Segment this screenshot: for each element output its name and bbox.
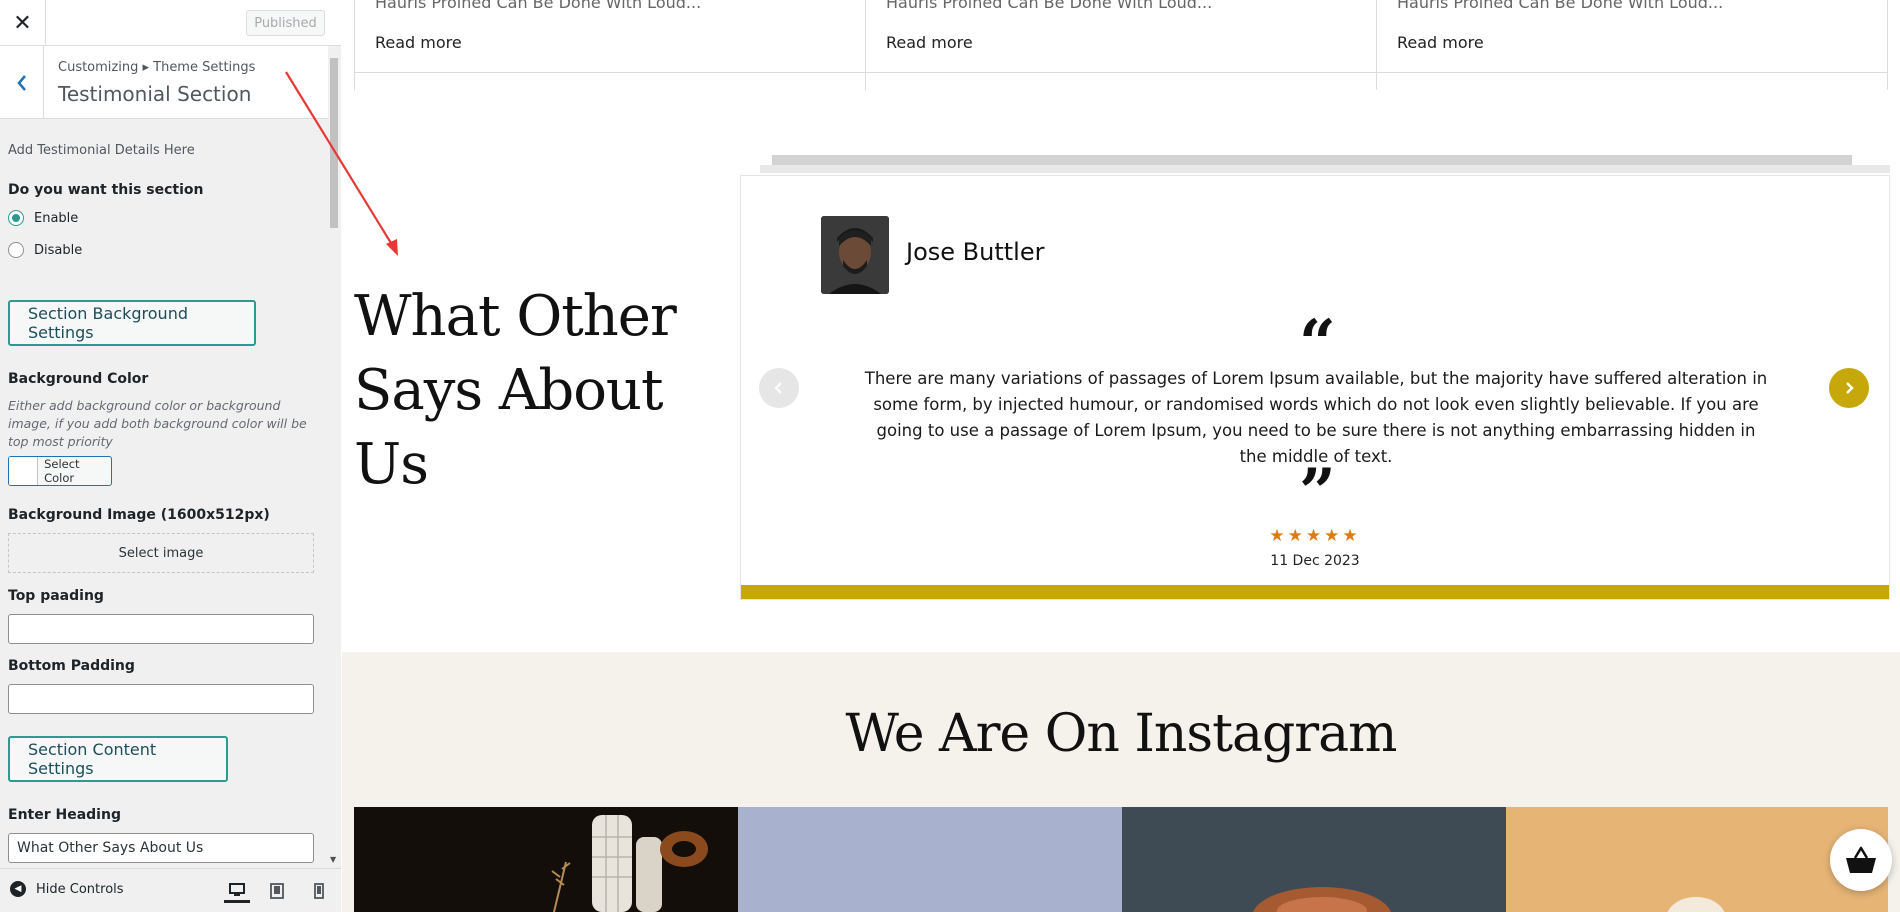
instagram-section: We Are On Instagram: [342, 652, 1900, 912]
shopping-basket-icon: [1846, 846, 1876, 873]
tablet-preview-button[interactable]: [264, 879, 290, 903]
card-stack-decoration: [772, 155, 1852, 165]
section-toggle-label: Do you want this section: [8, 182, 204, 198]
published-button[interactable]: Published: [246, 10, 325, 36]
post-card: Hauris Proined Can Be Done With Loud... …: [865, 0, 1376, 90]
close-button[interactable]: ✕: [0, 0, 46, 46]
testimonial-author-name: Jose Buttler: [906, 238, 1045, 266]
desktop-preview-button[interactable]: [224, 879, 250, 903]
testimonial-date: 11 Dec 2023: [1270, 553, 1360, 569]
read-more-link[interactable]: Read more: [886, 33, 973, 52]
testimonial-heading: What Other Says About Us: [354, 284, 677, 497]
collapse-icon: ◀: [10, 881, 26, 897]
scroll-down-arrow-icon[interactable]: ▼: [330, 855, 336, 864]
customizer-footer: ◀ Hide Controls: [0, 868, 341, 912]
enter-heading-label: Enter Heading: [8, 807, 121, 823]
chevron-left-icon: [774, 382, 782, 394]
hide-controls-button[interactable]: ◀ Hide Controls: [10, 881, 124, 897]
radio-disable-label: Disable: [34, 242, 83, 258]
radio-enable[interactable]: Enable: [8, 210, 78, 226]
instagram-image[interactable]: [738, 807, 1122, 912]
testimonial-card: Jose Buttler “ There are many variations…: [740, 175, 1890, 600]
instagram-image[interactable]: [354, 807, 738, 912]
background-color-label: Background Color: [8, 371, 149, 387]
post-card: Hauris Proined Can Be Done With Loud... …: [354, 0, 865, 90]
rating-stars: ★★★★★: [1269, 526, 1361, 546]
instagram-heading: We Are On Instagram: [845, 704, 1398, 764]
select-color-button[interactable]: Select Color: [8, 456, 112, 486]
background-color-description: Either add background color or backgroun…: [8, 398, 307, 449]
bottom-padding-label: Bottom Padding: [8, 658, 135, 674]
customizer-topbar: ✕ Published: [0, 0, 341, 46]
radio-disable[interactable]: Disable: [8, 242, 82, 258]
desktop-icon: [229, 882, 245, 896]
mobile-icon: [314, 883, 324, 899]
read-more-link[interactable]: Read more: [375, 33, 462, 52]
avatar-image: [821, 216, 889, 294]
carousel-prev-button[interactable]: [759, 368, 799, 408]
post-excerpt: Hauris Proined Can Be Done With Loud...: [375, 0, 702, 12]
chevron-left-icon: [16, 74, 26, 91]
post-card: Hauris Proined Can Be Done With Loud... …: [1376, 0, 1888, 90]
instagram-image[interactable]: [1122, 807, 1506, 912]
card-accent-bar: [741, 585, 1889, 599]
back-button[interactable]: [0, 46, 44, 119]
section-title: Testimonial Section: [58, 82, 252, 106]
section-background-settings-button[interactable]: Section Background Settings: [8, 300, 256, 346]
breadcrumb: Customizing ▸ Theme Settings: [58, 60, 256, 75]
divider: [354, 72, 1888, 73]
radio-enable-input[interactable]: [8, 210, 24, 226]
radio-disable-input[interactable]: [8, 242, 24, 258]
close-icon: ✕: [13, 10, 32, 36]
site-preview: Hauris Proined Can Be Done With Loud... …: [342, 0, 1900, 912]
select-image-button[interactable]: Select image: [8, 533, 314, 573]
heading-input[interactable]: What Other Says About Us: [8, 833, 314, 863]
post-excerpt: Hauris Proined Can Be Done With Loud...: [1397, 0, 1724, 12]
top-padding-input[interactable]: [8, 614, 314, 644]
read-more-link[interactable]: Read more: [1397, 33, 1484, 52]
hide-controls-label: Hide Controls: [36, 881, 124, 897]
cart-button[interactable]: [1830, 829, 1892, 891]
radio-enable-label: Enable: [34, 210, 79, 226]
annotation-arrow-icon: [285, 71, 398, 256]
post-excerpt: Hauris Proined Can Be Done With Loud...: [886, 0, 1213, 12]
top-padding-label: Top paading: [8, 588, 104, 604]
background-image-label: Background Image (1600x512px): [8, 507, 270, 523]
close-quote-icon: ”: [1299, 455, 1336, 530]
bottom-padding-input[interactable]: [8, 684, 314, 714]
mobile-preview-button[interactable]: [306, 879, 332, 903]
select-color-label: Select Color: [44, 457, 80, 485]
avatar: [821, 216, 889, 294]
section-header: Customizing ▸ Theme Settings Testimonial…: [0, 46, 328, 119]
card-stack-decoration: [760, 165, 1890, 173]
section-description: Add Testimonial Details Here: [8, 143, 195, 158]
tablet-icon: [270, 883, 284, 899]
color-swatch: [9, 457, 39, 485]
section-content-settings-button[interactable]: Section Content Settings: [8, 736, 228, 782]
chevron-right-icon: [1846, 382, 1854, 394]
carousel-next-button[interactable]: [1829, 368, 1869, 408]
